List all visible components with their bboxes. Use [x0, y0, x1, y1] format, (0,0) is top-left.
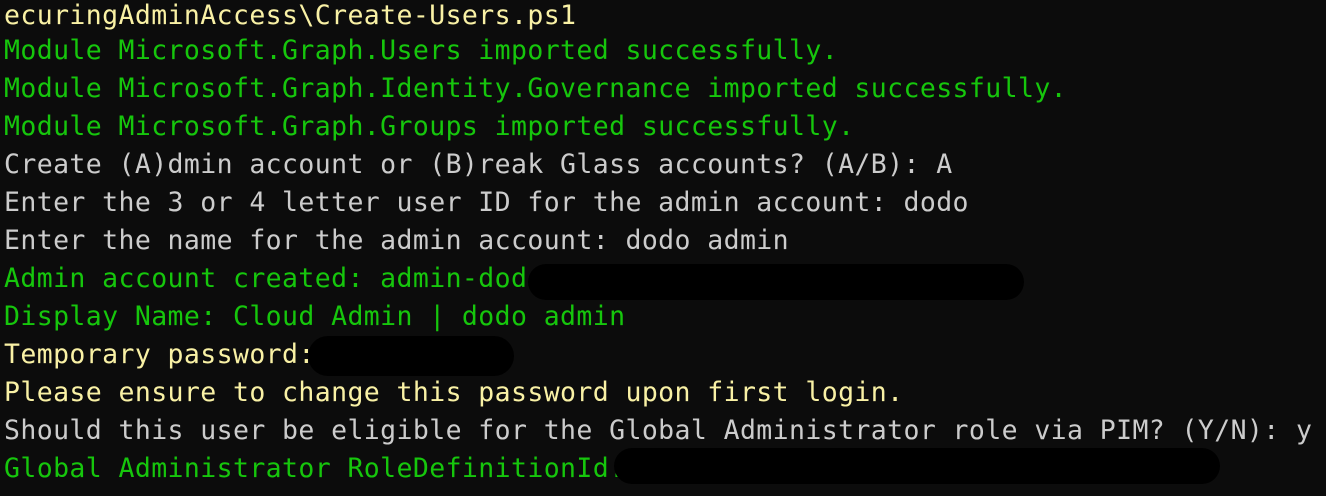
redaction-mark-password [308, 336, 514, 376]
terminal-line-groups-module: Module Microsoft.Graph.Groups imported s… [4, 111, 855, 142]
terminal-line-display-name: Display Name: Cloud Admin | dodo admin [4, 301, 626, 332]
terminal-line-account-created: Admin account created: admin-dodo@ [4, 263, 561, 294]
terminal-window[interactable]: ecuringAdminAccess\Create-Users.ps1 Modu… [0, 0, 1326, 496]
terminal-line-script-path: ecuringAdminAccess\Create-Users.ps1 [4, 0, 577, 31]
terminal-line-name-prompt: Enter the name for the admin account: do… [4, 225, 790, 256]
terminal-line-role-definition-id: Global Administrator RoleDefinitionId: [4, 453, 626, 484]
terminal-line-users-module: Module Microsoft.Graph.Users imported su… [4, 35, 839, 66]
terminal-line-pim-prompt: Should this user be eligible for the Glo… [4, 415, 1313, 446]
terminal-line-password-notice: Please ensure to change this password up… [4, 377, 904, 408]
redaction-mark-email [528, 264, 1024, 300]
terminal-line-user-id-prompt: Enter the 3 or 4 letter user ID for the … [4, 187, 969, 218]
terminal-line-account-type-prompt: Create (A)dmin account or (B)reak Glass … [4, 149, 953, 180]
redaction-mark-role-id [614, 448, 1220, 484]
terminal-line-governance-module: Module Microsoft.Graph.Identity.Governan… [4, 73, 1068, 104]
terminal-line-temporary-password: Temporary password: [4, 339, 315, 370]
